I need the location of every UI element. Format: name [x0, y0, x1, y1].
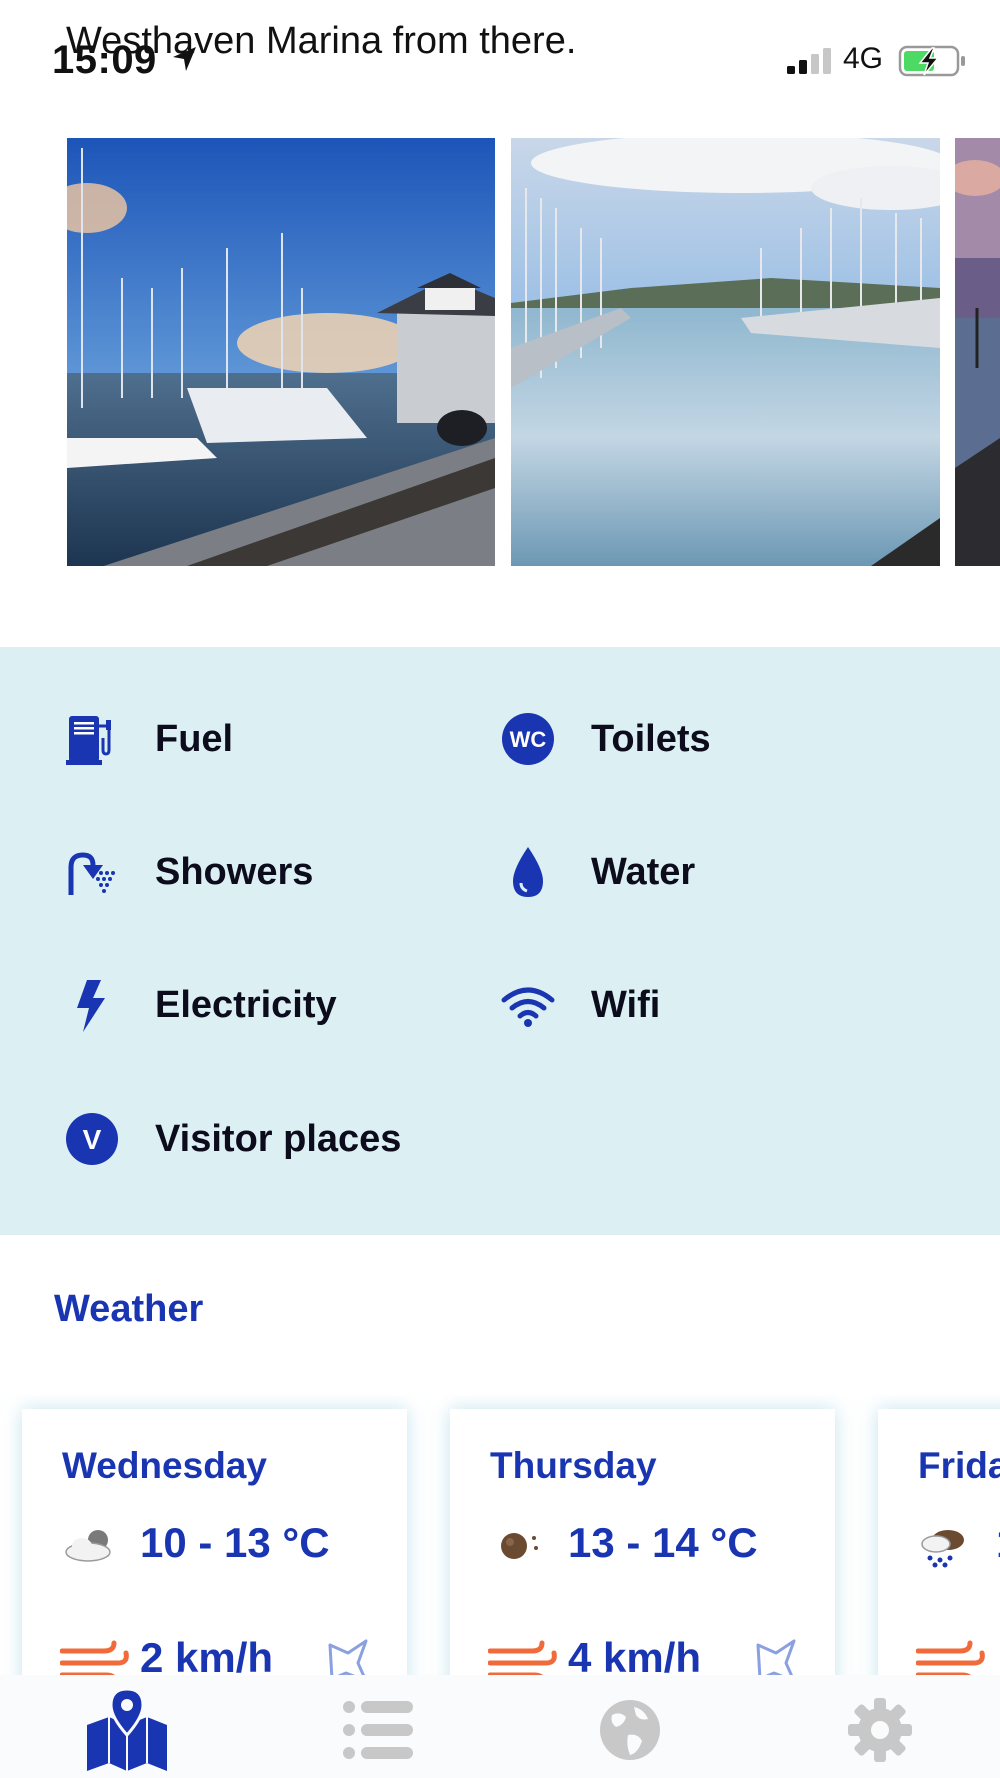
- svg-text:WC: WC: [510, 727, 547, 752]
- facility-label: Wifi: [591, 983, 661, 1026]
- wind-icon: [488, 1640, 557, 1675]
- weather-forecast-carousel[interactable]: Wednesday 10 - 13 °C 2 km/h Thursday 13: [0, 1395, 1000, 1675]
- tab-list[interactable]: [322, 1685, 432, 1775]
- weather-wind-speed: 2 km/h: [140, 1634, 274, 1675]
- bottom-tab-bar: [0, 1675, 1000, 1778]
- facility-wifi: Wifi: [498, 965, 660, 1045]
- weather-card-friday[interactable]: Frida 1: [878, 1409, 1000, 1675]
- weather-card-thursday[interactable]: Thursday 13 - 14 °C 4 km/h: [450, 1409, 835, 1675]
- facility-label: Showers: [155, 850, 314, 893]
- fuel-pump-icon: [62, 709, 122, 769]
- gear-icon: [848, 1698, 912, 1762]
- facility-label: Water: [591, 850, 696, 893]
- marina-photo-2[interactable]: [511, 138, 940, 566]
- facility-label: Visitor places: [155, 1117, 402, 1160]
- weather-heading: Weather: [54, 1288, 204, 1330]
- signal-icon: [787, 48, 831, 74]
- facility-electricity: Electricity: [62, 965, 337, 1045]
- facilities-panel: Fuel WC Toilets Showers Water Electricit…: [0, 647, 1000, 1235]
- map-icon: [87, 1687, 167, 1771]
- rain-icon: [921, 1530, 964, 1568]
- battery-icon: [898, 45, 965, 77]
- weather-card-wednesday[interactable]: Wednesday 10 - 13 °C 2 km/h: [22, 1409, 407, 1675]
- tab-globe[interactable]: [575, 1685, 685, 1775]
- tab-settings[interactable]: [825, 1685, 935, 1775]
- tab-map[interactable]: [72, 1685, 182, 1775]
- lightning-icon: [62, 975, 122, 1035]
- wind-direction-icon: [328, 1639, 368, 1675]
- status-time: 15:09: [52, 38, 157, 82]
- weather-wind-speed: 4 km/h: [568, 1634, 702, 1675]
- visitor-v-icon: V: [62, 1109, 122, 1169]
- marina-photo-1[interactable]: [67, 138, 495, 566]
- status-bar: Westhaven Marina from there. 15:09 4G: [0, 0, 1000, 110]
- facility-label: Electricity: [155, 983, 337, 1026]
- shower-icon: [62, 842, 122, 902]
- weather-temperature: 1: [996, 1519, 1000, 1567]
- marina-photo-3[interactable]: [955, 138, 1000, 566]
- wind-icon: [916, 1640, 985, 1675]
- list-icon: [343, 1701, 413, 1759]
- facility-water: Water: [498, 832, 695, 912]
- network-type: 4G: [843, 42, 884, 75]
- globe-icon: [600, 1700, 660, 1760]
- marina-photo-carousel[interactable]: [0, 138, 1000, 566]
- facility-label: Toilets: [591, 717, 711, 760]
- facility-fuel: Fuel: [62, 699, 233, 779]
- location-arrow-icon: [173, 47, 196, 71]
- svg-text:V: V: [83, 1124, 102, 1155]
- wc-icon: WC: [498, 709, 558, 769]
- weather-temperature: 10 - 13 °C: [140, 1519, 330, 1566]
- facility-toilets: WC Toilets: [498, 699, 711, 779]
- facility-label: Fuel: [155, 717, 234, 760]
- weather-temperature: 13 - 14 °C: [568, 1519, 758, 1566]
- wifi-icon: [498, 975, 558, 1035]
- weather-day: Frida: [918, 1445, 1000, 1486]
- partly-cloudy-icon: [65, 1530, 111, 1562]
- facility-showers: Showers: [62, 832, 313, 912]
- weather-day: Wednesday: [62, 1445, 267, 1486]
- wind-icon: [60, 1640, 129, 1675]
- wind-direction-icon: [756, 1639, 796, 1675]
- weather-day: Thursday: [490, 1445, 657, 1486]
- sun-icon: [501, 1533, 538, 1559]
- water-drop-icon: [498, 842, 558, 902]
- facility-visitor-places: V Visitor places: [62, 1099, 401, 1179]
